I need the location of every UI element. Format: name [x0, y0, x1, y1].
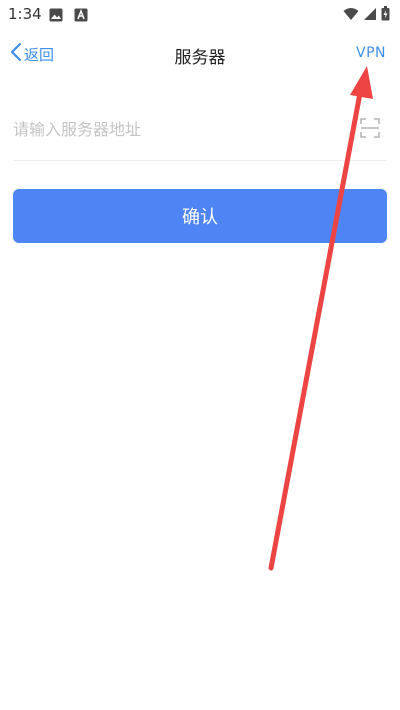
scan-icon[interactable]	[359, 117, 381, 139]
battery-icon	[381, 6, 390, 25]
status-bar: 1:34	[0, 0, 400, 30]
a-icon	[74, 7, 88, 26]
confirm-button[interactable]: 确认	[13, 189, 387, 243]
wifi-icon	[343, 6, 359, 25]
signal-icon	[363, 6, 377, 25]
status-time: 1:34	[8, 5, 42, 23]
nav-bar: 返回 服务器 VPN	[0, 30, 400, 80]
server-address-input[interactable]	[13, 112, 313, 146]
vpn-button[interactable]: VPN	[356, 45, 386, 61]
status-icons	[343, 6, 390, 25]
image-icon	[49, 7, 63, 26]
server-input-row	[13, 100, 387, 161]
page-title: 服务器	[174, 48, 226, 68]
